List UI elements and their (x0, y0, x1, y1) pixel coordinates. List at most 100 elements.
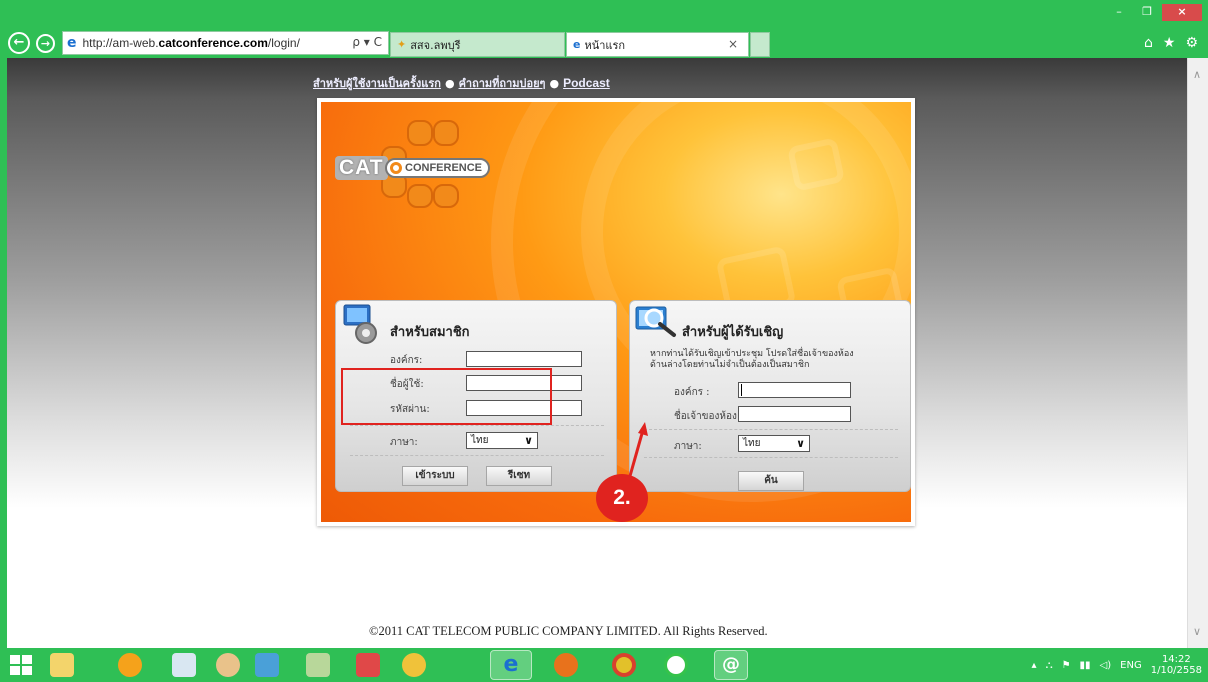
ie-glyph: e (503, 652, 519, 677)
guest-language-label: ภาษา: (674, 441, 702, 452)
clock-time: 14:22 (1161, 654, 1191, 665)
show-hidden-icons-icon[interactable]: ▴ (1032, 660, 1037, 671)
eraser-icon[interactable] (356, 653, 380, 677)
paint-palette-icon[interactable] (402, 653, 426, 677)
address-url[interactable]: http://am-web.catconference.com/login/ (83, 36, 300, 50)
action-center-icon[interactable]: ⚑ (1062, 660, 1071, 671)
login-card: CAT CONFERENCE สำหรับสมาชิก องค์กร: ชื่อ… (317, 98, 915, 526)
minimize-button[interactable]: – (1106, 4, 1132, 21)
divider (350, 425, 604, 426)
top-links: สำหรับผู้ใช้งานเป็นครั้งแรก ● คำถามที่ถามบ… (313, 74, 610, 92)
tab-lopburi[interactable]: ✦ สสจ.ลพบุรี (390, 32, 565, 57)
member-language-select[interactable]: ไทย ∨ (466, 432, 538, 449)
guest-panel-title: สำหรับผู้ได้รับเชิญ (682, 325, 784, 340)
internet-explorer-icon: e (573, 38, 581, 51)
search-button[interactable]: ค้น (738, 471, 804, 491)
settings-icon[interactable]: ⚙ (1185, 35, 1198, 51)
address-bar[interactable]: e http://am-web.catconference.com/login/… (62, 31, 389, 55)
computer-gear-icon (343, 304, 377, 344)
room-owner-input[interactable] (738, 406, 851, 422)
tab-home[interactable]: e หน้าแรก × (566, 32, 749, 57)
close-button[interactable]: × (1162, 4, 1202, 21)
magnifier-icon (635, 306, 676, 337)
faq-link[interactable]: คำถามที่ถามบ่อยๆ (459, 77, 546, 90)
tab-label: หน้าแรก (584, 38, 626, 52)
vertical-scrollbar[interactable]: ∧ ∨ (1187, 58, 1208, 648)
logo-block (407, 120, 433, 146)
cat-conference-logo: CAT CONFERENCE (333, 120, 513, 210)
login-button[interactable]: เข้าระบบ (402, 466, 468, 486)
forward-button[interactable]: → (36, 34, 55, 53)
window-controls: – ❐ × (1106, 4, 1202, 21)
logo-block (407, 184, 433, 208)
browser-chrome: – ❐ × ← → e http://am-web.catconference.… (0, 0, 1208, 58)
volume-icon[interactable]: ◁) (1100, 660, 1112, 671)
divider (644, 429, 898, 430)
app-a-icon[interactable] (118, 653, 142, 677)
scroll-down-icon[interactable]: ∨ (1193, 625, 1201, 638)
divider (350, 455, 604, 456)
org-label: องค์กร: (390, 355, 423, 366)
guest-login-panel: สำหรับผู้ได้รับเชิญ หากท่านได้รับเชิญเข้… (629, 300, 911, 492)
restore-button[interactable]: ❐ (1134, 4, 1160, 21)
guest-language-select[interactable]: ไทย ∨ (738, 435, 810, 452)
podcast-link[interactable]: Podcast (563, 76, 610, 90)
guest-description-line1: หากท่านได้รับเชิญเข้าประชุม โปรดใส่ชื่อเ… (650, 349, 854, 359)
search-refresh-controls[interactable]: ρ ▾ C (352, 35, 382, 49)
paint-icon[interactable] (216, 653, 240, 677)
text-cursor (741, 384, 742, 396)
chevron-down-icon: ∨ (524, 434, 533, 447)
language-label: ภาษา: (390, 437, 418, 448)
file-explorer-icon[interactable] (50, 653, 74, 677)
guest-description-line2: ด้านล่างโดยท่านไม่จำเป็นต้องเป็นสมาชิก (650, 360, 810, 370)
scroll-up-icon[interactable]: ∧ (1193, 68, 1201, 81)
tab-label: สสจ.ลพบุรี (410, 38, 461, 52)
signal-icon[interactable]: ▮▮ (1080, 660, 1091, 671)
logo-cat-text: CAT (335, 156, 388, 180)
firefox-icon[interactable] (554, 653, 578, 677)
internet-explorer-icon[interactable]: e (490, 650, 532, 680)
logo-conference-text: CONFERENCE (385, 158, 491, 178)
logo-block (433, 184, 459, 208)
start-icon[interactable] (10, 655, 32, 675)
reset-button[interactable]: รีเซท (486, 466, 552, 486)
favorites-icon[interactable]: ★ (1163, 35, 1176, 51)
url-prefix: http://am-web. (82, 36, 159, 50)
language-value: ไทย (471, 435, 489, 446)
url-path: /login/ (267, 36, 300, 50)
site-favicon-icon: ✦ (397, 38, 407, 51)
chevron-down-icon: ∨ (796, 437, 805, 450)
system-tray: ▴ ⛬ ⚑ ▮▮ ◁) ENG 14:22 1/10/2558 (1032, 654, 1202, 676)
chrome-icon[interactable] (612, 653, 636, 677)
first-time-users-link[interactable]: สำหรับผู้ใช้งานเป็นครั้งแรก (313, 77, 441, 90)
browser-tools: ⌂ ★ ⚙ (1144, 35, 1198, 51)
back-button[interactable]: ← (8, 32, 30, 54)
guest-org-input[interactable] (738, 382, 851, 398)
logo-block (433, 120, 459, 146)
notebook-icon[interactable] (255, 653, 279, 677)
calculator-icon[interactable] (172, 653, 196, 677)
forward-arrow-icon: → (40, 37, 51, 50)
login-banner: CAT CONFERENCE สำหรับสมาชิก องค์กร: ชื่อ… (321, 102, 911, 522)
bullet-separator: ● (549, 77, 560, 90)
member-panel-title: สำหรับสมาชิก (390, 325, 470, 340)
back-arrow-icon: ← (13, 35, 25, 50)
clock-date: 1/10/2558 (1150, 665, 1202, 676)
at-sign-glyph: @ (722, 654, 740, 675)
taskbar: e @ ▴ ⛬ ⚑ ▮▮ ◁) ENG 14:22 1/10/2558 (0, 648, 1208, 682)
step-number-badge: 2. (596, 474, 648, 522)
network-icon[interactable]: ⛬ (1046, 660, 1053, 671)
email-icon[interactable]: @ (714, 650, 748, 680)
page-viewport: สำหรับผู้ใช้งานเป็นครั้งแรก ● คำถามที่ถามบ… (7, 58, 1187, 648)
edit-icon[interactable] (306, 653, 330, 677)
annotation-arrow-icon (628, 422, 648, 477)
close-tab-icon[interactable]: × (728, 37, 738, 51)
line-icon[interactable] (664, 653, 688, 677)
new-tab-button[interactable] (750, 32, 770, 57)
member-org-input[interactable] (466, 351, 582, 367)
home-icon[interactable]: ⌂ (1144, 35, 1153, 51)
input-language[interactable]: ENG (1120, 660, 1142, 671)
bullet-separator: ● (444, 77, 455, 90)
clock[interactable]: 14:22 1/10/2558 (1151, 654, 1202, 676)
internet-explorer-icon: e (67, 35, 77, 51)
